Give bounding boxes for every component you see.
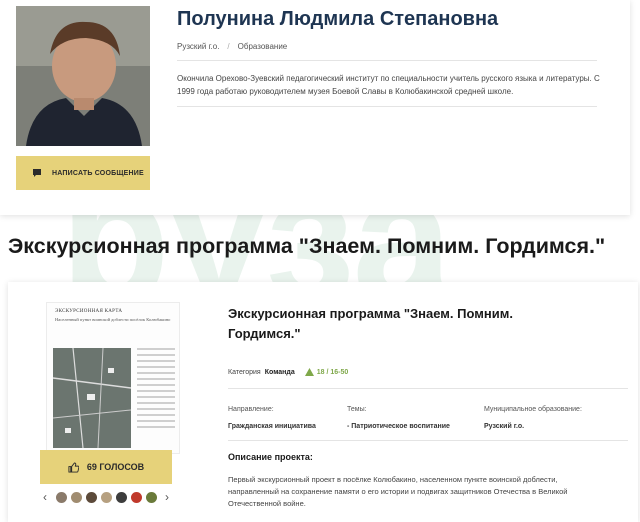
municipality-label: Муниципальное образование: (484, 406, 582, 413)
age-value: 18 / 16-50 (316, 368, 349, 376)
section-heading: Экскурсионная программа "Знаем. Помним. … (8, 234, 606, 258)
divider (177, 106, 597, 107)
doc-subtitle: Населенный пункт воинской доблести посёл… (55, 317, 171, 322)
person-name: Полунина Людмила Степановна (177, 8, 499, 30)
direction-value: Гражданская инициатива (228, 423, 316, 430)
project-image[interactable]: ЭКСКУРСИОННАЯ КАРТА Населенный пункт вои… (46, 302, 180, 454)
meta-separator: / (227, 42, 230, 51)
topics-label: Темы: (347, 406, 367, 413)
person-district[interactable]: Рузский г.о. (177, 42, 219, 51)
direction-label: Направление: (228, 406, 274, 413)
avatar[interactable] (55, 491, 67, 503)
write-message-label: НАПИСАТЬ СООБЩЕНИЕ (52, 169, 144, 177)
doc-title: ЭКСКУРСИОННАЯ КАРТА (55, 309, 123, 314)
avatar[interactable] (115, 491, 127, 503)
divider (228, 388, 628, 389)
votes-count: 69 ГОЛОСОВ (86, 462, 145, 472)
avatar[interactable] (100, 491, 112, 503)
category-value: Команда (264, 368, 295, 376)
avatar[interactable] (85, 491, 97, 503)
doc-legend (137, 348, 175, 432)
project-description: Первый экскурсионный проект в посёлке Ко… (228, 475, 568, 508)
avatar[interactable] (145, 491, 157, 503)
write-message-button[interactable]: НАПИСАТЬ СООБЩЕНИЕ (16, 156, 150, 190)
person-meta: Рузский г.о. / Образование (177, 42, 287, 51)
project-card: ЭКСКУРСИОННАЯ КАРТА Населенный пункт вои… (8, 282, 638, 522)
person-card: НАПИСАТЬ СООБЩЕНИЕ Полунина Людмила Степ… (0, 0, 630, 215)
vote-button[interactable]: 69 ГОЛОСОВ (40, 450, 172, 484)
chevron-left-icon[interactable]: ‹ (40, 490, 50, 504)
person-photo (16, 6, 150, 146)
map-image (52, 347, 132, 449)
direction-column: Направление: Гражданская инициатива (228, 406, 316, 430)
divider (228, 440, 628, 441)
municipality-column: Муниципальное образование: Рузский г.о. (484, 406, 582, 430)
municipality-value: Рузский г.о. (484, 423, 525, 430)
age-badge: 18 / 16-50 (304, 368, 349, 376)
person-category[interactable]: Образование (238, 42, 288, 51)
voter-avatars (55, 491, 157, 503)
description-heading: Описание проекта: (228, 452, 313, 462)
chevron-right-icon[interactable]: › (162, 490, 172, 504)
chat-icon (33, 169, 41, 177)
project-title[interactable]: Экскурсионная программа "Знаем. Помним. … (228, 304, 548, 344)
divider (177, 60, 597, 61)
avatar[interactable] (130, 491, 142, 503)
person-bio: Окончила Орехово-Зуевский педагогический… (177, 74, 600, 96)
voters-carousel: ‹ › (40, 488, 172, 506)
category-label: Категория (228, 368, 261, 376)
triangle-icon (304, 368, 314, 376)
avatar[interactable] (70, 491, 82, 503)
topics-value: - Патриотическое воспитание (347, 423, 450, 430)
project-category: Категория Команда 18 / 16-50 (228, 368, 348, 376)
thumbs-up-icon (68, 461, 79, 473)
topics-column: Темы: - Патриотическое воспитание (347, 406, 450, 430)
